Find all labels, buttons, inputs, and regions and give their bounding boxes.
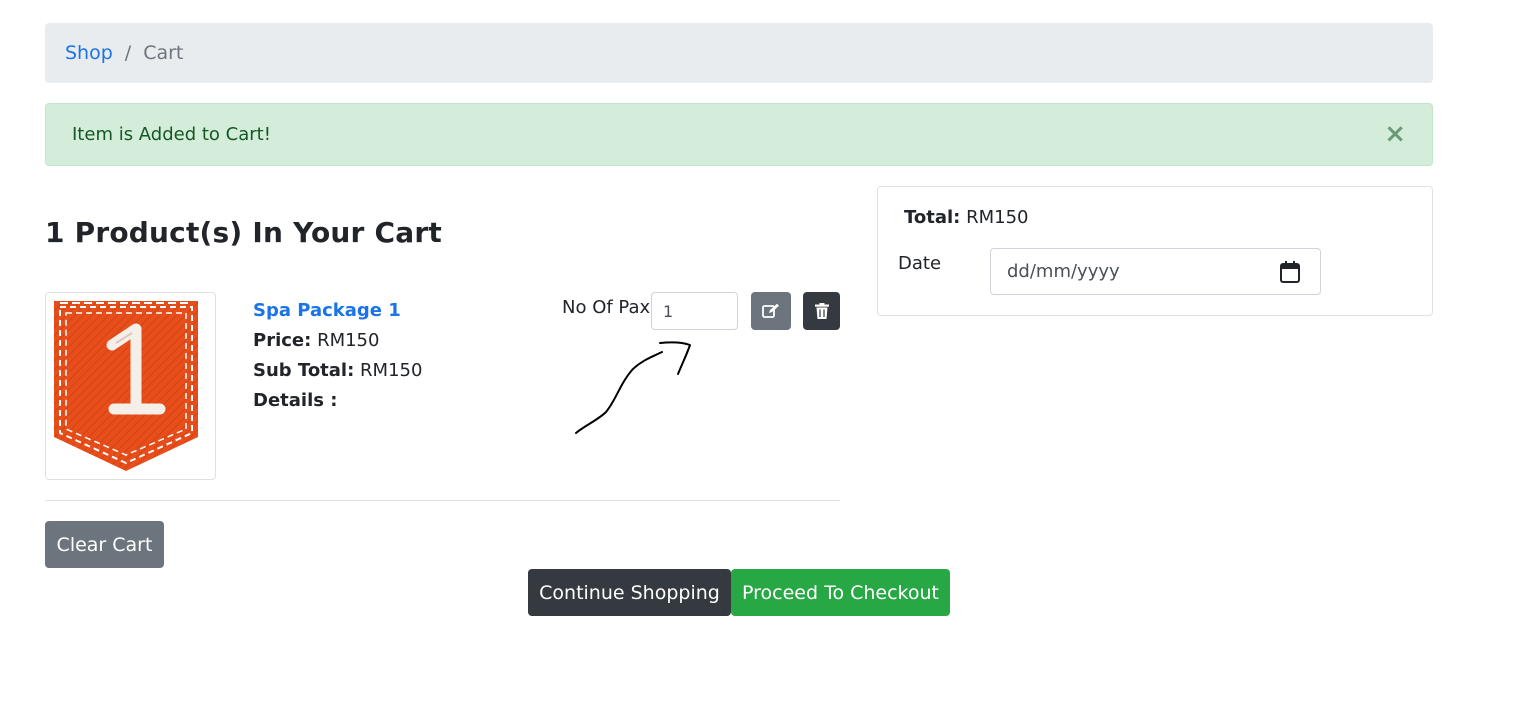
clear-cart-button[interactable]: Clear Cart	[45, 521, 164, 568]
total-label: Total:	[904, 207, 961, 228]
product-price-row: Price: RM150	[253, 326, 422, 356]
trash-icon	[814, 303, 829, 319]
subtotal-label: Sub Total:	[253, 360, 355, 381]
product-details-row: Details :	[253, 386, 422, 416]
breadcrumb-shop-link[interactable]: Shop	[65, 42, 113, 64]
cart-heading: 1 Product(s) In Your Cart	[45, 216, 442, 249]
success-alert: Item is Added to Cart! ×	[45, 103, 1433, 166]
breadcrumb-separator: /	[124, 42, 132, 64]
breadcrumb-current: Cart	[143, 42, 184, 64]
edit-icon	[762, 303, 779, 318]
date-label: Date	[898, 253, 942, 274]
subtotal-value: RM150	[360, 360, 423, 381]
hand-drawn-arrow	[575, 341, 691, 434]
remove-item-button[interactable]	[803, 292, 840, 330]
summary-total-row: Total: RM150	[904, 207, 1029, 228]
product-thumbnail	[45, 292, 216, 480]
product-subtotal-row: Sub Total: RM150	[253, 356, 422, 386]
details-label: Details :	[253, 390, 338, 411]
calendar-icon[interactable]	[1280, 261, 1300, 283]
package-number-one-image	[50, 297, 211, 475]
update-quantity-button[interactable]	[751, 292, 791, 330]
date-placeholder: dd/mm/yyyy	[1007, 261, 1120, 282]
alert-message: Item is Added to Cart!	[72, 124, 271, 145]
continue-shopping-button[interactable]: Continue Shopping	[528, 569, 731, 616]
product-name-link[interactable]: Spa Package 1	[253, 296, 422, 326]
close-icon[interactable]: ×	[1384, 121, 1406, 147]
price-label: Price:	[253, 330, 312, 351]
price-value: RM150	[317, 330, 380, 351]
order-summary-card: Total: RM150 Date dd/mm/yyyy	[877, 186, 1433, 316]
pax-label: No Of Pax	[562, 297, 651, 318]
date-input[interactable]: dd/mm/yyyy	[990, 248, 1321, 295]
pax-input[interactable]	[651, 292, 738, 330]
total-value: RM150	[966, 207, 1029, 228]
proceed-to-checkout-button[interactable]: Proceed To Checkout	[731, 569, 950, 616]
cart-divider	[45, 500, 840, 501]
breadcrumb: Shop / Cart	[45, 23, 1433, 83]
product-info: Spa Package 1 Price: RM150 Sub Total: RM…	[253, 296, 422, 416]
